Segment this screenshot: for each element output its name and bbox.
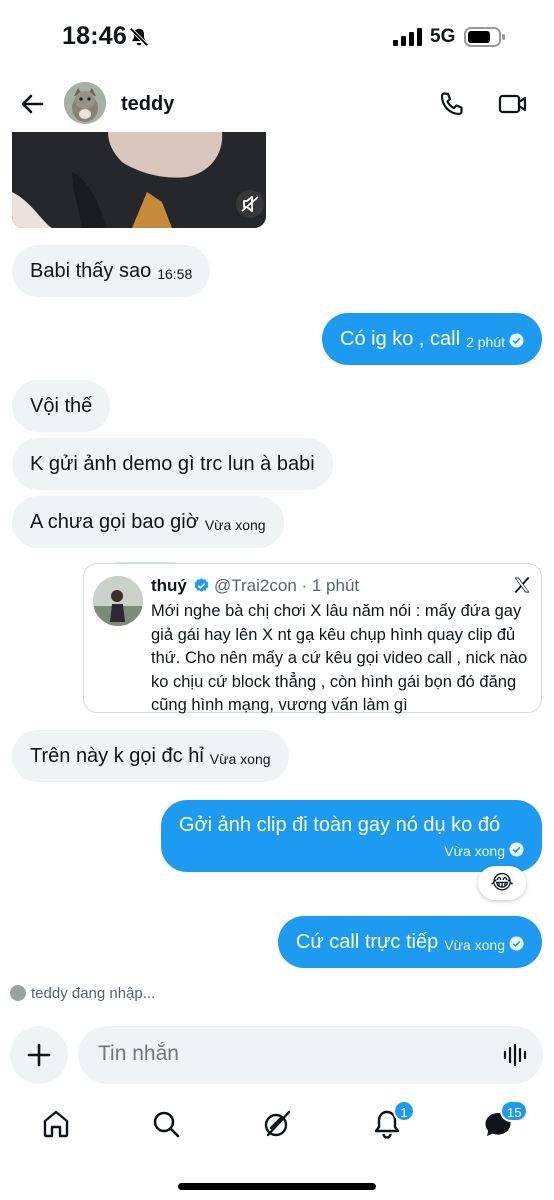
- message-time: Vừa xong: [444, 937, 505, 953]
- messages-badge: 15: [500, 1100, 529, 1122]
- video-thumbnail[interactable]: [12, 132, 266, 228]
- verified-icon: [194, 578, 209, 592]
- typing-avatar: [10, 985, 26, 1001]
- quoted-author-handle: @Trai2con · 1 phút: [214, 576, 360, 595]
- plus-icon: [27, 1043, 51, 1067]
- message-text: Vội thế: [30, 395, 93, 417]
- typing-text: teddy đang nhập...: [31, 985, 156, 1002]
- x-logo-icon: [514, 576, 530, 594]
- status-time: 18:46: [62, 22, 127, 50]
- search-icon[interactable]: [150, 1108, 182, 1140]
- quoted-line: thứ. Cho nên mấy a cứ kêu gọi video call…: [151, 649, 528, 667]
- message-text: Gởi ảnh clip đi toàn gay nó dụ ko đó: [179, 814, 501, 836]
- network-label: 5G: [430, 26, 456, 47]
- incoming-message[interactable]: Babi thấy sao 16:58: [12, 245, 211, 297]
- home-icon[interactable]: [40, 1108, 72, 1140]
- mute-icon: [241, 196, 259, 212]
- incoming-message[interactable]: K gửi ảnh demo gì trc lun à babi: [12, 438, 333, 490]
- read-check-icon: [509, 936, 524, 951]
- message-time: Vừa xong: [204, 517, 266, 533]
- message-text: Trên này k gọi đc hỉ: [30, 745, 204, 767]
- notifications-tab[interactable]: 1: [371, 1100, 415, 1140]
- signal-icon: [393, 28, 422, 46]
- conversation-name[interactable]: teddy: [121, 93, 174, 116]
- message-composer[interactable]: [78, 1026, 543, 1084]
- notifications-badge: 1: [393, 1100, 415, 1122]
- avatar[interactable]: [64, 82, 106, 124]
- phone-icon[interactable]: [438, 90, 466, 118]
- quoted-post-text: Mới nghe bà chị chơi X lâu năm nói : mấy…: [151, 600, 537, 718]
- home-indicator: [178, 1183, 376, 1190]
- status-bar: 18:46 5G: [0, 0, 554, 76]
- conversation-header: teddy: [0, 80, 554, 132]
- quoted-line: ko chịu cứ block thẳng , còn hình gái bọ…: [151, 672, 517, 691]
- message-time: 2 phút: [466, 334, 505, 350]
- battery-icon: [464, 27, 505, 47]
- bottom-nav: 1 15: [0, 1100, 554, 1152]
- quoted-post[interactable]: thuý @Trai2con · 1 phút Mới nghe bà chị …: [83, 563, 542, 714]
- message-text: Có ig ko , call: [340, 328, 461, 350]
- outgoing-message[interactable]: Có ig ko , call 2 phút: [322, 313, 542, 365]
- add-media-button[interactable]: [10, 1026, 68, 1084]
- message-text: A chưa gọi bao giờ: [30, 511, 199, 533]
- outgoing-message[interactable]: Gởi ảnh clip đi toàn gay nó dụ ko đó Vừa…: [161, 800, 542, 872]
- message-text: Babi thấy sao: [30, 260, 152, 282]
- bell-off-icon: [129, 27, 149, 47]
- grok-icon[interactable]: [261, 1108, 293, 1140]
- read-check-icon: [509, 333, 524, 348]
- quoted-line: cũng hình mạng, vương vấn làm gì: [151, 696, 408, 714]
- message-time: Vừa xong: [209, 751, 271, 767]
- back-arrow-icon[interactable]: [18, 90, 46, 118]
- quoted-author-avatar[interactable]: [93, 576, 143, 626]
- messages-tab[interactable]: 15: [482, 1100, 529, 1140]
- voice-icon[interactable]: [502, 1042, 528, 1068]
- quoted-line: giả gái hay lên X nt gạ kêu chụp hình qu…: [151, 625, 516, 644]
- quoted-line: Mới nghe bà chị chơi X lâu năm nói : mấy…: [151, 602, 522, 620]
- reaction-badge[interactable]: 😂: [478, 866, 526, 900]
- incoming-message[interactable]: Vội thế: [12, 380, 111, 432]
- outgoing-message[interactable]: Cứ call trực tiếp Vừa xong: [277, 916, 542, 968]
- message-time: 16:58: [157, 266, 193, 282]
- incoming-message[interactable]: A chưa gọi bao giờ Vừa xong: [12, 496, 284, 548]
- quoted-author-name[interactable]: thuý: [151, 576, 187, 596]
- read-check-icon: [509, 842, 524, 857]
- video-icon[interactable]: [498, 90, 528, 118]
- message-input[interactable]: [98, 1042, 478, 1066]
- mute-toggle[interactable]: [236, 190, 264, 218]
- message-text: K gửi ảnh demo gì trc lun à babi: [30, 453, 315, 475]
- incoming-message[interactable]: Trên này k gọi đc hỉ Vừa xong: [12, 730, 289, 782]
- message-time: Vừa xong: [444, 843, 505, 859]
- message-text: Cứ call trực tiếp: [295, 931, 439, 953]
- typing-indicator: teddy đang nhập...: [10, 985, 155, 1002]
